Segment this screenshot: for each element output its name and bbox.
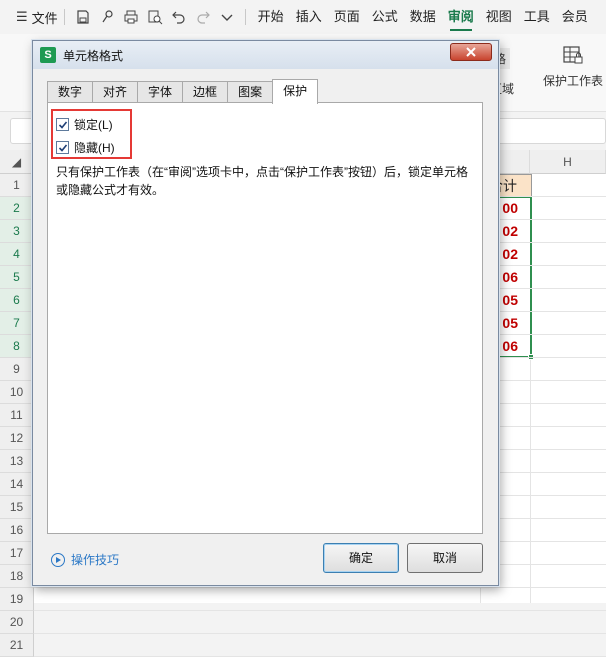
print-preview-icon[interactable] bbox=[143, 5, 167, 29]
tab-member[interactable]: 会员 bbox=[556, 0, 594, 34]
checkmark-icon bbox=[58, 120, 67, 129]
protect-sheet-button[interactable]: 保护工作表 bbox=[540, 44, 606, 89]
row-header[interactable]: 7 bbox=[0, 312, 34, 335]
separator bbox=[63, 9, 65, 25]
row-header[interactable]: 3 bbox=[0, 220, 34, 243]
checkmark-icon bbox=[58, 143, 67, 152]
row-header[interactable]: 15 bbox=[0, 496, 34, 519]
tips-label: 操作技巧 bbox=[71, 553, 120, 567]
separator bbox=[244, 9, 246, 25]
share-icon[interactable] bbox=[95, 5, 119, 29]
ok-button[interactable]: 确定 bbox=[323, 543, 399, 573]
row-header[interactable]: 2 bbox=[0, 197, 34, 220]
tab-formula[interactable]: 公式 bbox=[366, 0, 404, 34]
tab-number[interactable]: 数字 bbox=[47, 81, 94, 103]
row-header[interactable]: 20 bbox=[0, 611, 34, 634]
row-header[interactable]: 18 bbox=[0, 565, 34, 588]
menu-bar: ☰ 文件 开始 插入 页面 公式 数据 审阅 视图 工具 会员 bbox=[0, 0, 606, 34]
tab-alignment[interactable]: 对齐 bbox=[92, 81, 139, 103]
file-menu[interactable]: 文件 bbox=[32, 8, 58, 27]
tab-protection[interactable]: 保护 bbox=[272, 79, 319, 104]
hide-checkbox[interactable] bbox=[56, 141, 69, 154]
row-header[interactable]: 16 bbox=[0, 519, 34, 542]
cancel-button[interactable]: 取消 bbox=[407, 543, 483, 573]
row-header[interactable]: 8 bbox=[0, 335, 34, 358]
row-header[interactable]: 6 bbox=[0, 289, 34, 312]
tips-link[interactable]: 操作技巧 bbox=[51, 551, 119, 568]
close-icon bbox=[466, 47, 476, 57]
tab-page[interactable]: 页面 bbox=[328, 0, 366, 34]
select-all-corner[interactable]: ◢ bbox=[0, 150, 34, 174]
row-header[interactable]: 4 bbox=[0, 243, 34, 266]
row-header[interactable]: 17 bbox=[0, 542, 34, 565]
protect-sheet-icon bbox=[563, 46, 583, 64]
row-header[interactable]: 12 bbox=[0, 427, 34, 450]
grid-line bbox=[34, 587, 606, 588]
menu-icon[interactable]: ☰ bbox=[16, 9, 28, 25]
tab-data[interactable]: 数据 bbox=[404, 0, 442, 34]
dialog-tabs: 数字 对齐 字体 边框 图案 保护 bbox=[47, 79, 319, 104]
protection-panel: 锁定(L) 隐藏(H) 只有保护工作表（在“审阅”选项卡中，点击“保护工作表”按… bbox=[47, 102, 483, 534]
lock-checkbox-row[interactable]: 锁定(L) bbox=[56, 116, 113, 133]
row-header[interactable]: 11 bbox=[0, 404, 34, 427]
tab-tools[interactable]: 工具 bbox=[518, 0, 556, 34]
row-header[interactable]: 1 bbox=[0, 174, 34, 197]
save-icon[interactable] bbox=[71, 5, 95, 29]
column-header-h[interactable]: H bbox=[530, 150, 606, 174]
undo-icon[interactable] bbox=[167, 5, 191, 29]
tab-font[interactable]: 字体 bbox=[137, 81, 184, 103]
redo-icon[interactable] bbox=[191, 5, 215, 29]
dialog-title-bar[interactable]: S 单元格格式 bbox=[33, 41, 498, 69]
protect-sheet-label: 保护工作表 bbox=[542, 74, 603, 88]
play-icon bbox=[51, 552, 65, 567]
dialog-title: 单元格格式 bbox=[63, 49, 124, 63]
grid-line bbox=[34, 610, 606, 611]
tab-border[interactable]: 边框 bbox=[182, 81, 229, 103]
app-icon: S bbox=[40, 47, 56, 63]
ribbon-tabs: 开始 插入 页面 公式 数据 审阅 视图 工具 会员 bbox=[252, 0, 594, 34]
lock-checkbox[interactable] bbox=[56, 118, 69, 131]
row-header[interactable]: 5 bbox=[0, 266, 34, 289]
protection-description: 只有保护工作表（在“审阅”选项卡中，点击“保护工作表”按钮）后，锁定单元格或隐藏… bbox=[56, 165, 468, 197]
row-header[interactable]: 10 bbox=[0, 381, 34, 404]
row-header[interactable]: 21 bbox=[0, 634, 34, 657]
row-header[interactable]: 19 bbox=[0, 588, 34, 611]
close-button[interactable] bbox=[450, 43, 492, 61]
lock-label: 锁定(L) bbox=[74, 118, 113, 132]
print-icon[interactable] bbox=[119, 5, 143, 29]
tab-review[interactable]: 审阅 bbox=[442, 0, 480, 34]
tab-insert[interactable]: 插入 bbox=[290, 0, 328, 34]
tab-view[interactable]: 视图 bbox=[480, 0, 518, 34]
hide-label: 隐藏(H) bbox=[74, 141, 115, 155]
hide-checkbox-row[interactable]: 隐藏(H) bbox=[56, 139, 115, 156]
grid-line bbox=[34, 633, 606, 634]
row-header[interactable]: 14 bbox=[0, 473, 34, 496]
chevron-down-icon[interactable] bbox=[215, 5, 239, 29]
row-header[interactable]: 13 bbox=[0, 450, 34, 473]
format-cells-dialog: S 单元格格式 数字 对齐 字体 边框 图案 保护 锁定(L) 隐藏(H) 只有… bbox=[32, 40, 499, 586]
tab-home[interactable]: 开始 bbox=[252, 0, 290, 34]
row-header[interactable]: 9 bbox=[0, 358, 34, 381]
tab-pattern[interactable]: 图案 bbox=[227, 81, 274, 103]
